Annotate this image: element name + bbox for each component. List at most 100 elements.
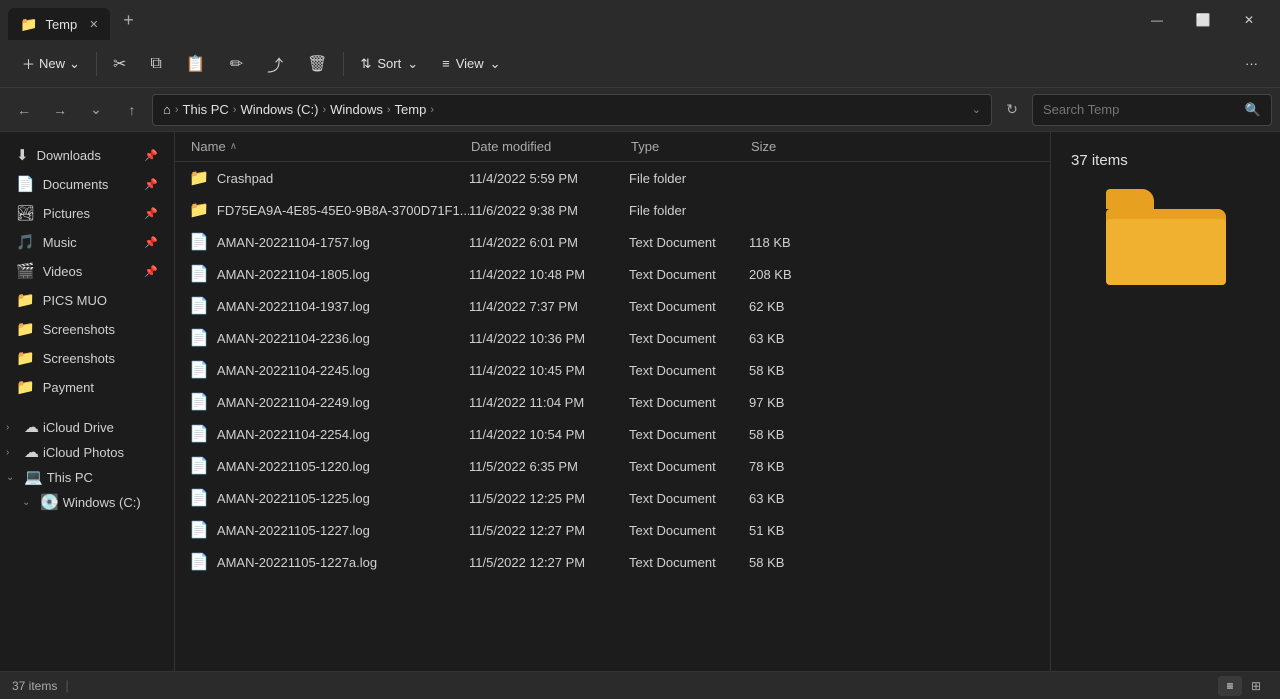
path-windows-c: Windows (C:) [240,102,318,117]
sidebar-label-documents: Documents [43,177,109,192]
sidebar-item-downloads[interactable]: ⬇ Downloads 📌 [4,141,170,169]
table-row[interactable]: 📄 AMAN-20221104-2249.log 11/4/2022 11:04… [177,386,1048,418]
path-sep-0: › [175,104,179,116]
rename-button[interactable]: ✏ [220,46,253,82]
sidebar-item-payment[interactable]: 📁 Payment [4,373,170,401]
sidebar-item-pictures[interactable]: 🏞 Pictures 📌 [4,199,170,227]
up-button[interactable]: ↑ [116,94,148,126]
table-row[interactable]: 📄 AMAN-20221104-1805.log 11/4/2022 10:48… [177,258,1048,290]
file-size: 62 KB [749,299,829,314]
sort-label: Sort [377,56,401,71]
sidebar-item-this-pc[interactable]: ⌄ 💻 This PC [2,465,172,489]
paste-button[interactable]: 📋 [176,46,216,82]
details-view-button[interactable]: ≡ [1218,676,1242,696]
col-name-label: Name [191,139,226,154]
table-row[interactable]: 📄 AMAN-20221105-1227.log 11/5/2022 12:27… [177,514,1048,546]
file-type: Text Document [629,299,749,314]
sidebar-item-windows-c[interactable]: ⌄ 💽 Windows (C:) [2,490,172,514]
sidebar-item-screenshots-1[interactable]: 📁 Screenshots [4,315,170,343]
sidebar-item-icloud-drive[interactable]: › ☁ iCloud Drive [2,415,172,439]
share-button[interactable]: ⤴ [257,46,293,82]
maximize-button[interactable]: ⬜ [1180,4,1226,36]
file-date: 11/6/2022 9:38 PM [469,203,629,218]
view-button[interactable]: ≡ View ⌄ [432,46,510,82]
file-date: 11/4/2022 11:04 PM [469,395,629,410]
tab-close-button[interactable]: ✕ [89,18,98,31]
sidebar-item-documents[interactable]: 📄 Documents 📌 [4,170,170,198]
new-plus-icon: ＋ [22,54,35,73]
table-row[interactable]: 📄 AMAN-20221105-1227a.log 11/5/2022 12:2… [177,546,1048,578]
path-sep-1: › [233,104,237,116]
file-type: Text Document [629,491,749,506]
table-row[interactable]: 📄 AMAN-20221104-2236.log 11/4/2022 10:36… [177,322,1048,354]
document-icon: 📄 [189,232,209,252]
table-row[interactable]: 📄 AMAN-20221104-2254.log 11/4/2022 10:54… [177,418,1048,450]
new-tab-button[interactable]: + [114,6,142,34]
file-name: AMAN-20221104-2236.log [217,331,370,346]
sort-button[interactable]: ⇅ Sort ⌄ [350,46,428,82]
table-row[interactable]: 📄 AMAN-20221105-1225.log 11/5/2022 12:25… [177,482,1048,514]
file-type: Text Document [629,427,749,442]
delete-button[interactable]: 🗑 [297,46,337,82]
address-bar: ← → ⌄ ↑ ⌂ › This PC › Windows (C:) › Win… [0,88,1280,132]
col-header-date[interactable]: Date modified [467,139,627,154]
file-type: Text Document [629,331,749,346]
active-tab[interactable]: 📁 Temp ✕ [8,8,110,40]
more-options-button[interactable]: ··· [1235,46,1268,82]
search-icon: 🔍 [1245,102,1261,118]
sidebar-item-pics-muo[interactable]: 📁 PICS MUO [4,286,170,314]
new-button[interactable]: ＋ New ⌄ [12,46,90,82]
copy-button[interactable]: ⧉ [140,46,171,82]
close-button[interactable]: ✕ [1226,4,1272,36]
this-pc-icon: 💻 [24,468,43,486]
path-this-pc: This PC [183,102,229,117]
new-label: New [39,56,65,71]
file-list: 📁 Crashpad 11/4/2022 5:59 PM File folder… [175,162,1050,671]
path-windows: Windows [330,102,383,117]
folder-tab-shape [1106,189,1154,209]
col-header-name[interactable]: Name ∧ [187,139,467,154]
sidebar-item-videos[interactable]: 🎬 Videos 📌 [4,257,170,285]
downloads-pin-icon: 📌 [144,149,158,162]
sidebar-label-pics-muo: PICS MUO [43,293,107,308]
file-name: FD75EA9A-4E85-45E0-9B8A-3700D71F1... [217,203,469,218]
file-date: 11/5/2022 12:27 PM [469,523,629,538]
table-row[interactable]: 📄 AMAN-20221104-1757.log 11/4/2022 6:01 … [177,226,1048,258]
table-row[interactable]: 📄 AMAN-20221104-2245.log 11/4/2022 10:45… [177,354,1048,386]
address-path[interactable]: ⌂ › This PC › Windows (C:) › Windows › T… [152,94,992,126]
status-bar: 37 items | ≡ ⊞ [0,671,1280,699]
col-header-type[interactable]: Type [627,139,747,154]
file-type: Text Document [629,363,749,378]
folder-front-shape [1106,219,1226,285]
table-row[interactable]: 📁 FD75EA9A-4E85-45E0-9B8A-3700D71F1... 1… [177,194,1048,226]
sidebar-item-icloud-photos[interactable]: › ☁ iCloud Photos [2,440,172,464]
table-row[interactable]: 📄 AMAN-20221104-1937.log 11/4/2022 7:37 … [177,290,1048,322]
this-pc-expand-icon: ⌄ [6,472,20,483]
grid-view-button[interactable]: ⊞ [1244,676,1268,696]
recent-locations-button[interactable]: ⌄ [80,94,112,126]
sidebar-item-music[interactable]: 🎵 Music 📌 [4,228,170,256]
file-size: 63 KB [749,331,829,346]
sidebar-label-screenshots-1: Screenshots [43,322,115,337]
sidebar-item-screenshots-2[interactable]: 📁 Screenshots [4,344,170,372]
payment-icon: 📁 [16,378,35,396]
forward-button[interactable]: → [44,94,76,126]
table-row[interactable]: 📁 Crashpad 11/4/2022 5:59 PM File folder [177,162,1048,194]
sidebar-label-this-pc: This PC [47,470,93,485]
refresh-button[interactable]: ↻ [996,94,1028,126]
view-caret-icon: ⌄ [490,56,501,72]
file-date: 11/4/2022 10:54 PM [469,427,629,442]
back-button[interactable]: ← [8,94,40,126]
file-name: Crashpad [217,171,273,186]
path-dropdown-icon: ⌄ [972,103,981,116]
cut-button[interactable]: ✂ [103,46,136,82]
pictures-icon: 🏞 [16,204,35,222]
file-type: Text Document [629,523,749,538]
col-header-size[interactable]: Size [747,139,827,154]
table-row[interactable]: 📄 AMAN-20221105-1220.log 11/5/2022 6:35 … [177,450,1048,482]
videos-icon: 🎬 [16,262,35,280]
document-icon: 📄 [189,488,209,508]
search-box[interactable]: 🔍 [1032,94,1272,126]
search-input[interactable] [1043,102,1239,117]
minimize-button[interactable]: — [1134,4,1180,36]
